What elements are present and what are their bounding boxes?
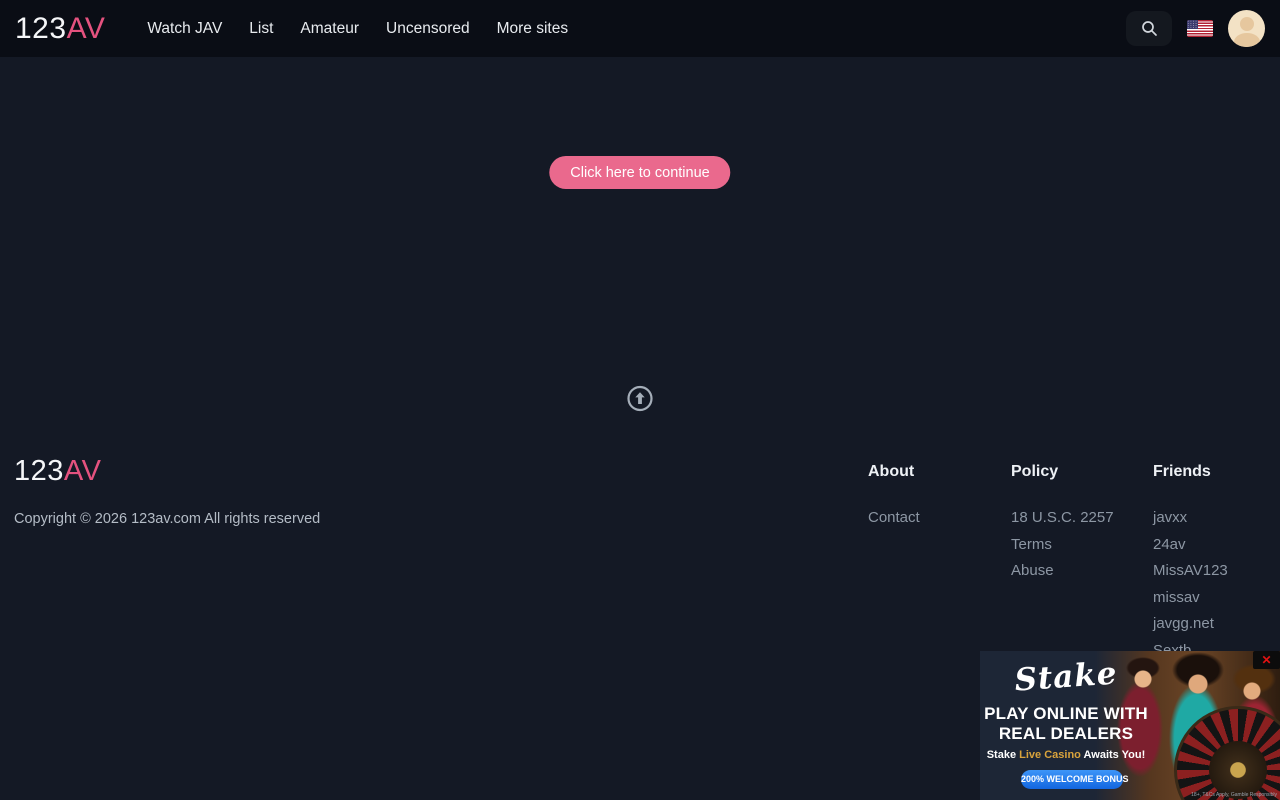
footer-column-friends-title: Friends bbox=[1153, 463, 1280, 481]
arrow-up-circle-icon bbox=[626, 384, 655, 413]
list-item: MissAV123 bbox=[1153, 562, 1280, 580]
footer-link-missav123[interactable]: MissAV123 bbox=[1153, 562, 1228, 580]
stake-logo: Stake bbox=[980, 653, 1153, 701]
roulette-wheel-image bbox=[1174, 706, 1280, 800]
footer-column-policy: Policy 18 U.S.C. 2257 Terms Abuse bbox=[1011, 463, 1151, 589]
list-item: javxx bbox=[1153, 509, 1280, 527]
footer-link-missav[interactable]: missav bbox=[1153, 589, 1200, 607]
ad-close-button[interactable]: ✕ bbox=[1253, 651, 1280, 669]
site-logo[interactable]: 123AV bbox=[15, 12, 105, 46]
footer-link-contact[interactable]: Contact bbox=[868, 509, 920, 527]
footer-column-friends: Friends javxx 24av MissAV123 missav javg… bbox=[1153, 463, 1280, 669]
footer-logo[interactable]: 123AV bbox=[14, 455, 101, 488]
footer-column-policy-title: Policy bbox=[1011, 463, 1151, 481]
list-item: Abuse bbox=[1011, 562, 1151, 580]
user-avatar[interactable] bbox=[1228, 10, 1265, 47]
site-logo-text-123: 123 bbox=[15, 12, 67, 45]
ad-headline-line1: PLAY ONLINE WITH bbox=[980, 704, 1152, 724]
nav-item-more-sites[interactable]: More sites bbox=[497, 20, 569, 38]
ad-headline-line2: REAL DEALERS bbox=[980, 724, 1152, 744]
welcome-bonus-button[interactable]: 200% WELCOME BONUS bbox=[1021, 770, 1123, 789]
list-item: 18 U.S.C. 2257 bbox=[1011, 509, 1151, 527]
footer-column-about-title: About bbox=[868, 463, 1008, 481]
ad-subline-post: Awaits You! bbox=[1081, 749, 1145, 761]
footer-logo-text-123: 123 bbox=[14, 455, 64, 487]
continue-button[interactable]: Click here to continue bbox=[549, 156, 730, 189]
list-item: 24av bbox=[1153, 536, 1280, 554]
ad-content: Stake PLAY ONLINE WITH REAL DEALERS Stak… bbox=[980, 651, 1152, 789]
list-item: Terms bbox=[1011, 536, 1151, 554]
page: { "navbar": { "logo": { "part1": "123", … bbox=[0, 0, 1280, 800]
stake-ad-banner[interactable]: Stake PLAY ONLINE WITH REAL DEALERS Stak… bbox=[980, 651, 1280, 800]
ad-subline-pre: Stake bbox=[987, 749, 1019, 761]
footer-link-javxx[interactable]: javxx bbox=[1153, 509, 1187, 527]
footer-link-abuse[interactable]: Abuse bbox=[1011, 562, 1054, 580]
search-button[interactable] bbox=[1126, 11, 1172, 46]
us-flag-icon[interactable] bbox=[1187, 20, 1213, 37]
ad-subline-highlight: Live Casino bbox=[1019, 749, 1081, 761]
nav-item-watch-jav[interactable]: Watch JAV bbox=[147, 20, 222, 38]
main-nav: Watch JAV List Amateur Uncensored More s… bbox=[147, 20, 568, 38]
footer-link-24av[interactable]: 24av bbox=[1153, 536, 1186, 554]
copyright-text: Copyright © 2026 123av.com All rights re… bbox=[14, 511, 320, 527]
footer-link-javgg[interactable]: javgg.net bbox=[1153, 615, 1214, 633]
ad-disclaimer-text: 18+, T&Cs Apply, Gamble Responsibly bbox=[1191, 792, 1277, 798]
site-logo-text-av: AV bbox=[67, 12, 106, 45]
nav-item-uncensored[interactable]: Uncensored bbox=[386, 20, 470, 38]
search-icon bbox=[1141, 20, 1158, 37]
ad-headline: PLAY ONLINE WITH REAL DEALERS bbox=[980, 704, 1152, 744]
footer-link-terms[interactable]: Terms bbox=[1011, 536, 1052, 554]
scroll-to-top-button[interactable] bbox=[626, 384, 655, 413]
list-item: missav bbox=[1153, 589, 1280, 607]
footer-link-2257[interactable]: 18 U.S.C. 2257 bbox=[1011, 509, 1114, 527]
nav-item-amateur[interactable]: Amateur bbox=[300, 20, 359, 38]
list-item: Contact bbox=[868, 509, 1008, 527]
nav-item-list[interactable]: List bbox=[249, 20, 273, 38]
navbar-right-cluster bbox=[1126, 10, 1265, 47]
ad-subline: Stake Live Casino Awaits You! bbox=[980, 749, 1152, 761]
navbar: 123AV Watch JAV List Amateur Uncensored … bbox=[0, 0, 1280, 57]
footer-column-about: About Contact bbox=[868, 463, 1008, 536]
list-item: javgg.net bbox=[1153, 615, 1280, 633]
footer-logo-text-av: AV bbox=[64, 455, 102, 487]
